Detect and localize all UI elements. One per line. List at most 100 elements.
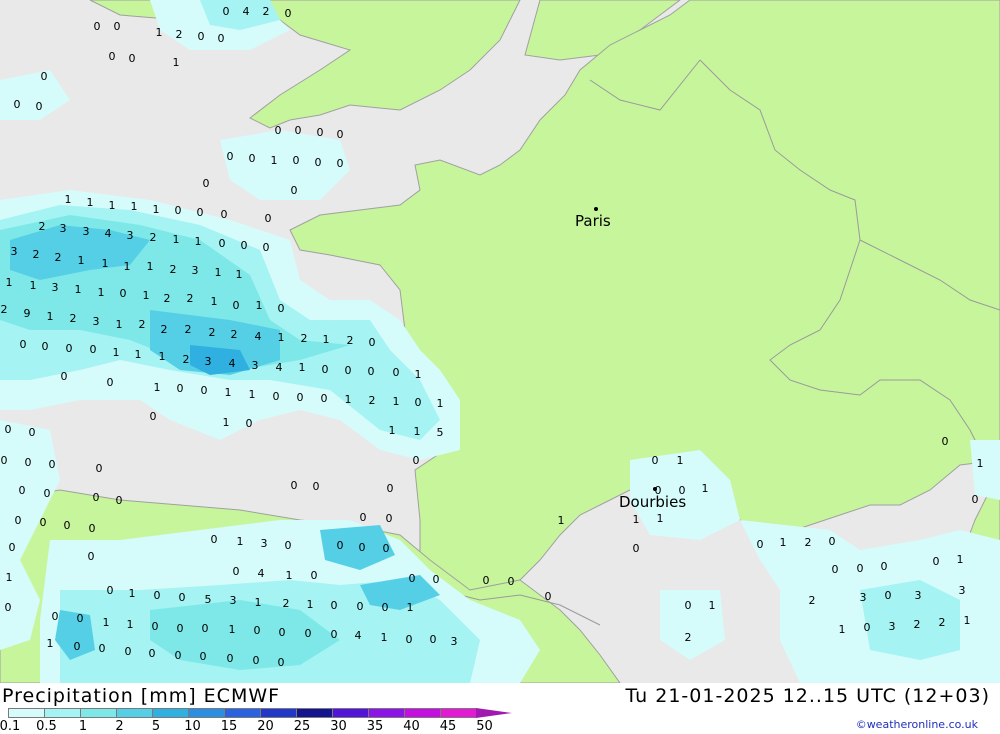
grid-value: 0 [179, 591, 186, 604]
grid-value: 2 [187, 292, 194, 305]
grid-value: 0 [249, 152, 256, 165]
grid-value: 0 [881, 560, 888, 573]
grid-value: 0 [933, 555, 940, 568]
grid-value: 0 [337, 128, 344, 141]
grid-value: 1 [135, 348, 142, 361]
grid-value: 0 [393, 366, 400, 379]
grid-value: 0 [88, 550, 95, 563]
grid-value: 0 [5, 423, 12, 436]
grid-value: 4 [105, 227, 112, 240]
grid-value: 0 [508, 575, 515, 588]
grid-value: 1 [215, 266, 222, 279]
dourbies-marker [653, 487, 657, 491]
grid-value: 1 [87, 196, 94, 209]
grid-value: 0 [359, 541, 366, 554]
grid-value: 0 [42, 340, 49, 353]
credit-link[interactable]: ©weatheronline.co.uk [856, 718, 978, 731]
grid-value: 0 [315, 156, 322, 169]
grid-value: 0 [263, 241, 270, 254]
grid-value: 1 [393, 395, 400, 408]
legend-label: 5 [151, 719, 161, 734]
grid-value: 0 [29, 426, 36, 439]
grid-value: 0 [291, 479, 298, 492]
grid-value: 0 [652, 454, 659, 467]
grid-value: 2 [301, 332, 308, 345]
grid-value: 1 [286, 569, 293, 582]
legend-arrow [476, 708, 512, 718]
grid-value: 2 [263, 5, 270, 18]
grid-value: 2 [939, 616, 946, 629]
grid-value: 0 [120, 287, 127, 300]
grid-value: 0 [109, 50, 116, 63]
grid-value: 1 [236, 268, 243, 281]
legend-label: 0.1 [0, 719, 21, 734]
grid-value: 1 [131, 200, 138, 213]
grid-value: 3 [261, 537, 268, 550]
grid-value: 2 [914, 618, 921, 631]
grid-value: 0 [387, 482, 394, 495]
grid-value: 3 [192, 264, 199, 277]
grid-value: 0 [152, 620, 159, 633]
grid-value: 0 [14, 98, 21, 111]
grid-value: 1 [780, 536, 787, 549]
grid-value: 0 [223, 5, 230, 18]
grid-value: 0 [297, 391, 304, 404]
paris-marker [594, 207, 598, 211]
grid-value: 0 [293, 154, 300, 167]
grid-value: 2 [161, 323, 168, 336]
legend-label: 35 [366, 719, 384, 734]
grid-value: 0 [15, 514, 22, 527]
legend-swatch [260, 708, 296, 718]
grid-value: 1 [173, 233, 180, 246]
grid-value: 3 [93, 315, 100, 328]
grid-value: 0 [114, 20, 121, 33]
grid-value: 4 [255, 330, 262, 343]
legend-swatch [368, 708, 404, 718]
grid-value: 1 [437, 397, 444, 410]
grid-value: 2 [805, 536, 812, 549]
grid-value: 2 [39, 220, 46, 233]
grid-value: 3 [83, 225, 90, 238]
grid-value: 1 [271, 154, 278, 167]
grid-value: 0 [279, 626, 286, 639]
legend-label: 1 [78, 719, 88, 734]
legend-swatch [80, 708, 116, 718]
grid-value: 0 [832, 563, 839, 576]
grid-value: 0 [77, 612, 84, 625]
grid-value: 0 [94, 20, 101, 33]
grid-value: 1 [657, 512, 664, 525]
map-canvas: 0 4 2 00 0 1 2 0 00 0 100 00 0 0 00 0 1 0 0 0001 1 1 1 1 0 0 0 02 3 3… [0, 0, 1000, 683]
grid-value: 1 [116, 318, 123, 331]
legend-swatch [44, 708, 80, 718]
grid-value: 0 [177, 382, 184, 395]
legend-swatch [224, 708, 260, 718]
grid-value: 0 [278, 656, 285, 669]
grid-value: 0 [278, 302, 285, 315]
grid-value: 1 [345, 393, 352, 406]
grid-value: 1 [127, 618, 134, 631]
grid-value: 0 [545, 590, 552, 603]
grid-value: 2 [183, 353, 190, 366]
grid-value: 4 [276, 361, 283, 374]
grid-value: 0 [942, 435, 949, 448]
grid-value: 0 [197, 206, 204, 219]
grid-value: 0 [757, 538, 764, 551]
grid-value: 0 [857, 562, 864, 575]
grid-value: 0 [25, 456, 32, 469]
grid-value: 5 [437, 426, 444, 439]
grid-value: 4 [243, 5, 250, 18]
land-britain [89, 0, 521, 129]
grid-value: 1 [65, 193, 72, 206]
grid-value: 0 [433, 573, 440, 586]
grid-value: 1 [249, 388, 256, 401]
grid-value: 0 [198, 30, 205, 43]
grid-value: 0 [337, 157, 344, 170]
grid-value: 1 [381, 631, 388, 644]
grid-value: 1 [102, 257, 109, 270]
legend-label: 20 [257, 719, 274, 734]
grid-value: 0 [96, 462, 103, 475]
grid-value: 0 [150, 410, 157, 423]
legend-label: 40 [403, 719, 420, 734]
grid-value: 0 [285, 7, 292, 20]
grid-value: 2 [176, 28, 183, 41]
